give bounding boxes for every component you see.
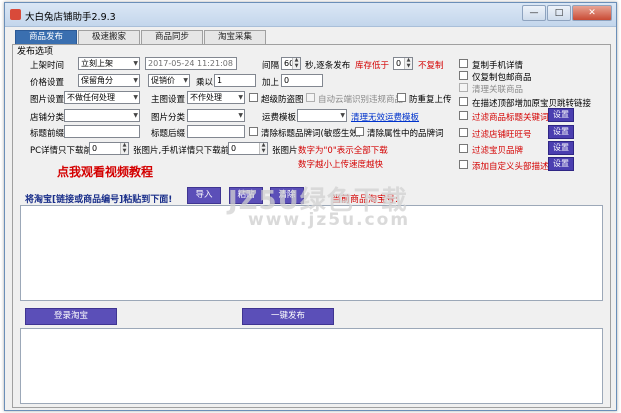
interval-stepper[interactable]: 60 ▲ ▼: [281, 57, 301, 70]
shelf-time-label: 上架时间: [30, 61, 65, 71]
login-button[interactable]: 登录淘宝: [25, 308, 117, 325]
tutorial-link[interactable]: 点我观看视频教程: [57, 163, 153, 180]
right-option-checkbox[interactable]: [459, 59, 468, 68]
multiply-input[interactable]: 1: [214, 74, 256, 87]
right-option-label: 清理关联商品: [472, 85, 524, 95]
stock-stepper[interactable]: 0 ▲ ▼: [393, 57, 413, 70]
interval-label: 间隔: [262, 61, 280, 71]
interval-unit: 秒,逐条发布: [305, 61, 351, 71]
tab-sync[interactable]: 商品同步: [141, 30, 204, 44]
clear-attr-label: 清除属性中的品牌词: [367, 129, 444, 139]
right-option-label: 过滤宝贝品牌: [472, 146, 524, 156]
setting-button[interactable]: 设置: [548, 141, 574, 155]
log-area[interactable]: [20, 328, 603, 404]
stock-label: 库存低于: [355, 61, 390, 71]
image-select[interactable]: 不做任何处理: [64, 91, 140, 104]
shipping-select[interactable]: [297, 109, 347, 122]
minimize-button[interactable]: —: [522, 5, 546, 21]
import-button[interactable]: 导入: [187, 187, 221, 204]
download-note: 数字为"0"表示全部下载: [298, 146, 388, 156]
right-option-checkbox[interactable]: [459, 160, 468, 169]
clear-brand-label: 清除标题品牌词(敏感生效): [261, 129, 362, 139]
clean-shipping-link[interactable]: 清理无效运费模板: [351, 111, 419, 123]
tab-collect[interactable]: 淘宝采集: [204, 30, 267, 44]
right-option-label: 添加自定义头部描述: [472, 162, 549, 172]
close-button[interactable]: ✕: [572, 5, 612, 21]
prevent-dup-checkbox[interactable]: [397, 93, 406, 102]
title-prefix-label: 标题前缀: [30, 129, 65, 139]
price-type-select[interactable]: 促销价: [148, 74, 190, 87]
tab-publish[interactable]: 商品发布: [15, 30, 78, 44]
auto-cloud-checkbox[interactable]: [306, 93, 315, 102]
title-bar: 大白兔店铺助手2.9.3 — □ ✕: [5, 3, 616, 27]
shipping-label: 运费模板: [262, 113, 297, 123]
right-option-label: 复制手机详情: [472, 61, 524, 71]
setting-button[interactable]: 设置: [548, 108, 574, 122]
add-input[interactable]: 0: [281, 74, 323, 87]
right-option-label: 过滤商品标题关键词: [472, 113, 549, 123]
mobile-detail-unit: 张图片: [272, 146, 298, 156]
shop-category-label: 店铺分类: [30, 113, 65, 123]
multiply-label: 乘以: [196, 78, 214, 88]
price-select[interactable]: 保留角分: [78, 74, 140, 87]
pc-detail-stepper[interactable]: 0 ▲ ▼: [89, 142, 129, 155]
title-prefix-input[interactable]: [64, 125, 140, 138]
right-option-label: 过滤店铺旺旺号: [472, 130, 532, 140]
shelf-time-select[interactable]: 立刻上架: [78, 57, 140, 70]
main-image-select[interactable]: 不作处理: [187, 91, 245, 104]
shop-category-select[interactable]: [64, 109, 140, 122]
right-option-checkbox[interactable]: [459, 97, 468, 106]
anti-theft-label: 超级防盗图: [261, 95, 304, 105]
right-option-checkbox[interactable]: [459, 71, 468, 80]
mobile-detail-stepper[interactable]: 0 ▲ ▼: [228, 142, 268, 155]
maximize-button[interactable]: □: [547, 5, 571, 21]
title-suffix-label: 标题后缀: [151, 129, 186, 139]
setting-button[interactable]: 设置: [548, 157, 574, 171]
setting-button[interactable]: 设置: [548, 125, 574, 139]
right-option-checkbox[interactable]: [459, 144, 468, 153]
add-label: 加上: [262, 78, 280, 88]
anti-theft-checkbox[interactable]: [249, 93, 258, 102]
right-option-label: 仅复制包邮商品: [472, 73, 532, 83]
paste-instruction: 将淘宝[链接或商品编号]粘贴到下面!: [25, 195, 173, 205]
speed-note: 数字越小上传速度越快: [298, 160, 384, 170]
datetime-input[interactable]: 2017-05-24 11:21:08: [145, 57, 237, 70]
title-suffix-input[interactable]: [187, 125, 245, 138]
window-title: 大白兔店铺助手2.9.3: [25, 12, 116, 23]
main-image-label: 主图设置: [151, 95, 186, 105]
right-option-checkbox[interactable]: [459, 83, 468, 92]
app-icon: [10, 9, 21, 20]
pic-category-select[interactable]: [187, 109, 245, 122]
tab-fast-move[interactable]: 极速搬家: [78, 30, 141, 44]
tab-strip: 商品发布 极速搬家 商品同步 淘宝采集: [15, 30, 267, 44]
group-title: 发布选项: [17, 47, 54, 57]
right-option-checkbox[interactable]: [459, 128, 468, 137]
clear-attr-checkbox[interactable]: [355, 127, 364, 136]
publish-button[interactable]: 一键发布: [242, 308, 334, 325]
prevent-dup-label: 防重复上传: [409, 95, 452, 105]
pc-detail-unit: 张图片,手机详情只下载前: [133, 146, 230, 156]
auto-cloud-label: 自动云端识别违规商品: [318, 95, 404, 105]
image-label: 图片设置: [30, 95, 65, 105]
pic-category-label: 图片分类: [151, 113, 186, 123]
right-option-checkbox[interactable]: [459, 111, 468, 120]
pc-detail-label: PC详情只下载前: [30, 146, 93, 156]
watermark-url: www.jz5u.com: [248, 210, 411, 230]
price-label: 价格设置: [30, 78, 65, 88]
stock-suffix: 不复制: [418, 61, 444, 71]
clear-brand-checkbox[interactable]: [249, 127, 258, 136]
